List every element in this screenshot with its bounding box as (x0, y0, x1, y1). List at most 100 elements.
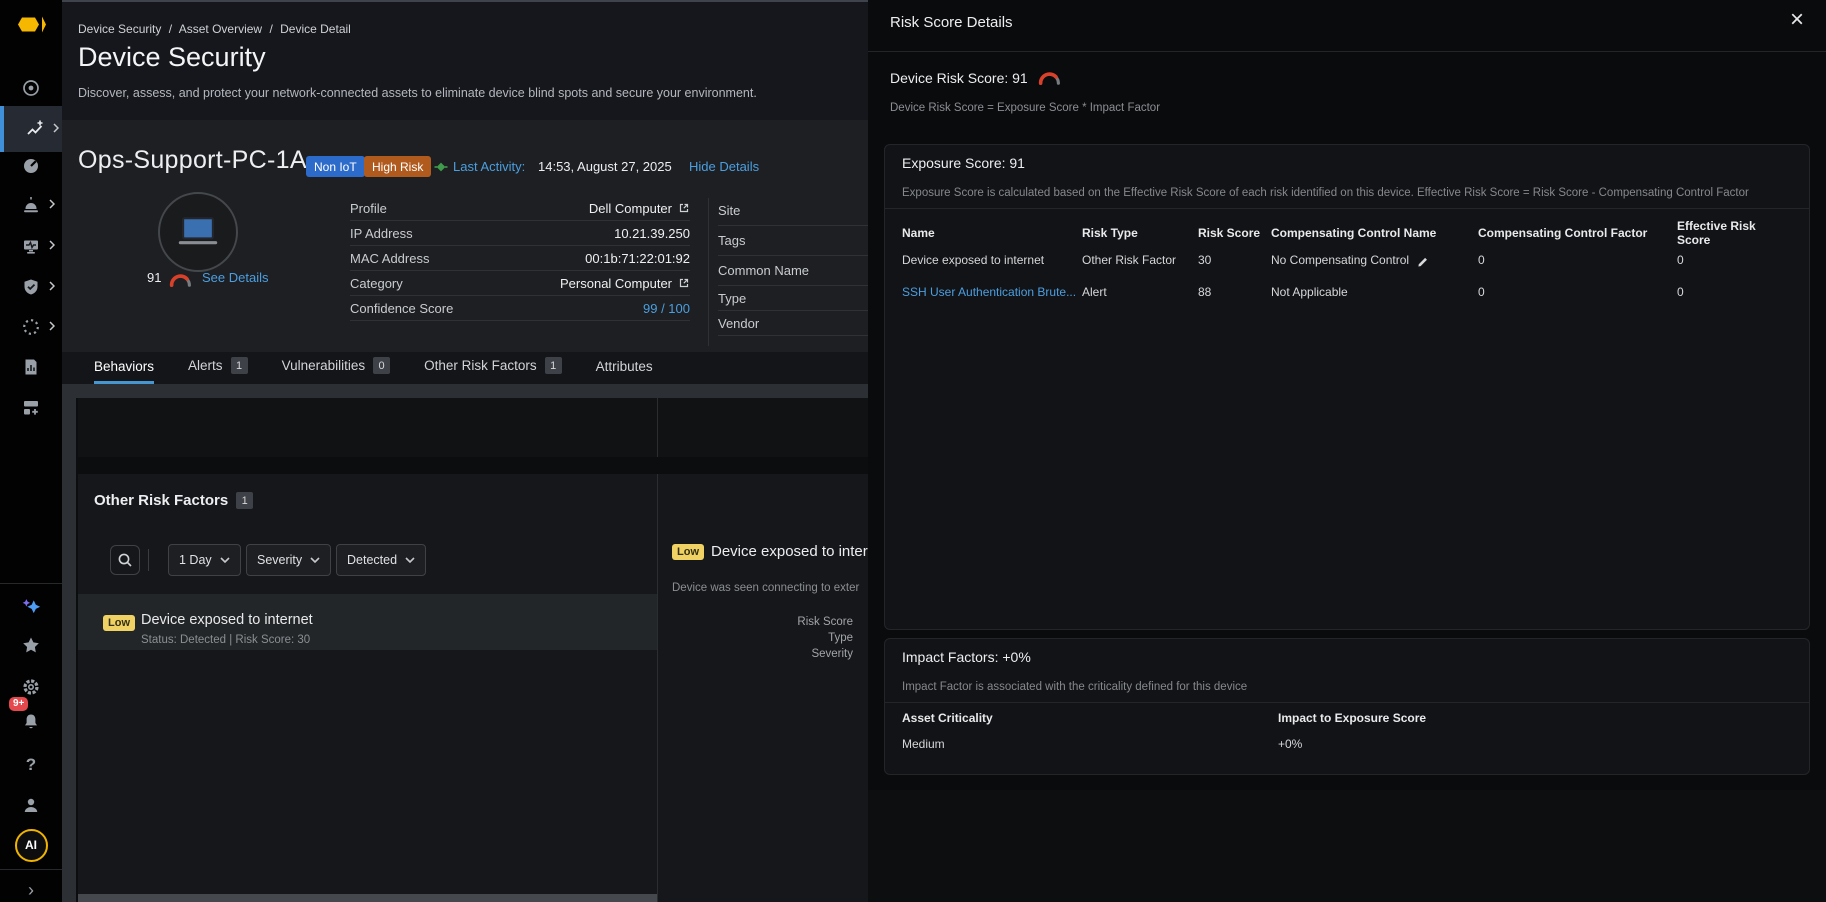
chevron-right-icon (49, 278, 55, 296)
tab-behaviors[interactable]: Behaviors (94, 359, 154, 384)
impact-factors-card: Impact Factors: +0% Impact Factor is ass… (884, 638, 1810, 775)
chevron-right-icon (53, 120, 59, 138)
ai-sparkles-icon[interactable] (0, 589, 62, 625)
bell-icon[interactable]: 9+ (0, 704, 62, 740)
page-subtitle: Discover, assess, and protect your netwo… (78, 86, 757, 100)
monitor-pulse-icon[interactable] (0, 228, 62, 264)
field-value: 10.21.39.250 (614, 226, 690, 241)
field-label-common-name: Common Name (718, 256, 868, 286)
breadcrumb-device-security[interactable]: Device Security (78, 22, 161, 36)
dashboard-gauge-icon[interactable] (0, 148, 62, 184)
cell-impact: +0% (1278, 737, 1792, 751)
tab-count-badge: 1 (231, 357, 248, 374)
hide-details-link[interactable]: Hide Details (689, 159, 759, 174)
report-icon[interactable] (0, 349, 62, 385)
device-type-badge: Non IoT (306, 156, 365, 177)
tab-other-risk-factors[interactable]: Other Risk Factors1 (424, 357, 562, 384)
chevron-down-icon (405, 557, 415, 563)
radar-icon[interactable] (0, 70, 62, 106)
cell-risk-type: Other Risk Factor (1082, 253, 1198, 267)
section-count-badge: 1 (236, 492, 253, 509)
cell-factor: 0 (1478, 253, 1677, 267)
search-button[interactable] (110, 545, 140, 575)
cell-name: Device exposed to internet (902, 253, 1082, 267)
dotted-circle-icon[interactable] (0, 309, 62, 345)
ai-avatar[interactable]: AI (0, 827, 62, 863)
device-name: Ops-Support-PC-1A (78, 146, 307, 175)
device-avatar (158, 192, 238, 272)
chevron-right-icon (49, 196, 55, 214)
chevron-down-icon (310, 557, 320, 563)
laptop-icon (176, 216, 220, 248)
sidebar-expand-chevron-icon[interactable]: › (0, 872, 62, 902)
risk-factor-list-item[interactable]: Low Device exposed to internet Status: D… (78, 594, 657, 650)
column-compensating-control-factor: Compensating Control Factor (1478, 226, 1677, 240)
external-link-icon[interactable] (678, 202, 690, 214)
field-label-type: Type (718, 286, 868, 311)
device-fields-right: Site Tags Common Name Type Vendor (718, 196, 868, 336)
severity-dropdown[interactable]: Severity (246, 544, 331, 576)
risk-detail-title: Device exposed to internet (711, 543, 872, 560)
breadcrumb-separator: / (169, 22, 172, 36)
cell-risk-type: Alert (1082, 285, 1198, 299)
cell-factor: 0 (1478, 285, 1677, 299)
field-value: 00:1b:71:22:01:92 (585, 251, 690, 266)
cell-name-link[interactable]: SSH User Authentication Brute... (902, 285, 1082, 299)
chevron-down-icon (220, 557, 230, 563)
risk-score-formula: Device Risk Score = Exposure Score * Imp… (890, 102, 1160, 114)
horizontal-scrollbar[interactable] (62, 384, 868, 398)
time-range-dropdown[interactable]: 1 Day (168, 544, 241, 576)
tab-attributes[interactable]: Attributes (596, 359, 653, 384)
see-details-link[interactable]: See Details (202, 270, 268, 285)
device-security-icon (4, 111, 66, 147)
tab-count-badge: 0 (373, 357, 390, 374)
field-value[interactable]: Personal Computer (560, 276, 672, 291)
column-effective-risk-score: Effective Risk Score (1677, 219, 1792, 247)
alarm-icon[interactable] (0, 187, 62, 223)
cell-effective: 0 (1677, 253, 1792, 267)
panel-title: Risk Score Details (890, 14, 1013, 31)
field-row-category: Category Personal Computer (350, 271, 690, 296)
star-icon[interactable] (0, 627, 62, 663)
vertical-scrollbar[interactable] (62, 398, 76, 902)
risk-gauge-icon (169, 273, 192, 292)
severity-badge: Low (103, 615, 135, 631)
list-horizontal-scrollbar[interactable] (78, 894, 657, 902)
search-icon (117, 552, 133, 568)
chevron-right-icon (49, 237, 55, 255)
field-value[interactable]: 99 / 100 (643, 301, 690, 316)
impact-table-row: Medium +0% (902, 737, 1792, 751)
field-row-confidence: Confidence Score 99 / 100 (350, 296, 690, 321)
field-row-ip: IP Address 10.21.39.250 (350, 221, 690, 246)
cell-risk-score: 88 (1198, 285, 1271, 299)
field-value[interactable]: Dell Computer (589, 201, 672, 216)
field-label: Category (350, 276, 403, 291)
field-label: MAC Address (350, 251, 429, 266)
panel-footer (868, 790, 1826, 902)
breadcrumb-device-detail[interactable]: Device Detail (280, 22, 351, 36)
device-risk-score: 91 (147, 270, 161, 285)
armis-logo-icon[interactable] (9, 8, 51, 48)
shield-check-icon[interactable] (0, 269, 62, 305)
close-icon[interactable]: × (1790, 6, 1804, 34)
tab-vulnerabilities[interactable]: Vulnerabilities0 (282, 357, 391, 384)
status-dropdown[interactable]: Detected (336, 544, 426, 576)
widgets-icon[interactable] (0, 389, 62, 425)
ai-avatar-label: AI (25, 838, 37, 852)
sidebar-divider (0, 869, 62, 870)
column-compensating-control-name: Compensating Control Name (1271, 226, 1478, 240)
edit-pencil-icon[interactable] (1416, 254, 1429, 267)
help-icon[interactable]: ? (0, 747, 62, 783)
field-row-profile: Profile Dell Computer (350, 196, 690, 221)
exposure-table-row: SSH User Authentication Brute... Alert 8… (902, 285, 1792, 299)
breadcrumb-asset-overview[interactable]: Asset Overview (179, 22, 262, 36)
user-icon[interactable] (0, 787, 62, 823)
tab-alerts[interactable]: Alerts1 (188, 357, 248, 384)
device-fields: Profile Dell Computer IP Address 10.21.3… (350, 196, 690, 321)
chevron-right-icon (49, 318, 55, 336)
field-row-mac: MAC Address 00:1b:71:22:01:92 (350, 246, 690, 271)
online-status-icon (434, 160, 448, 179)
sidebar-item-device-security[interactable] (0, 106, 62, 152)
external-link-icon[interactable] (678, 277, 690, 289)
risk-level-badge: High Risk (364, 156, 431, 177)
